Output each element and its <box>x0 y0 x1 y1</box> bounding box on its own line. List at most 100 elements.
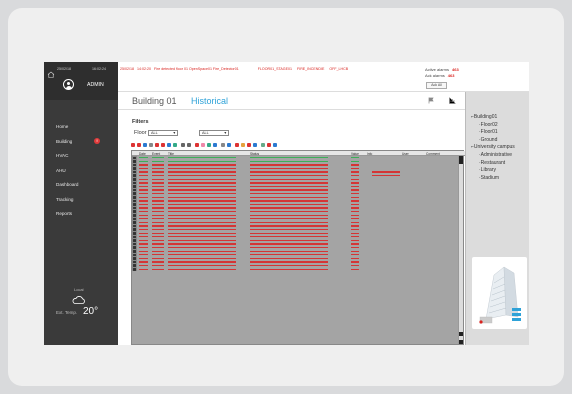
chart-icon[interactable] <box>449 97 456 104</box>
scroll-down-icon[interactable] <box>459 332 463 336</box>
col-value[interactable]: Value <box>351 152 359 156</box>
cloud-icon <box>72 296 85 304</box>
tree-item-building01[interactable]: ⌐Building01 <box>471 114 515 122</box>
row-cell <box>152 239 164 242</box>
row-cell <box>152 171 164 173</box>
row-cell <box>152 178 164 180</box>
export-icon[interactable] <box>167 143 171 147</box>
sort-asc-icon[interactable] <box>181 143 185 147</box>
row-cell <box>250 193 328 195</box>
row-cell <box>250 218 328 220</box>
tree-item-floor02[interactable]: ·Floor02 <box>471 122 515 130</box>
help-icon[interactable] <box>273 143 277 147</box>
row-cell <box>250 250 328 252</box>
first-page-icon[interactable] <box>131 143 135 147</box>
nav-building[interactable]: Building! <box>56 137 100 154</box>
excel-icon[interactable] <box>173 143 177 147</box>
info-icon[interactable] <box>253 143 257 147</box>
refresh-icon[interactable] <box>143 143 147 147</box>
row-cell <box>351 178 359 180</box>
col-event[interactable]: Event <box>152 152 160 156</box>
grid-icon[interactable] <box>261 143 265 147</box>
row-cell <box>250 185 328 188</box>
sidebar-header <box>44 62 118 100</box>
col-date[interactable]: Date <box>139 152 146 156</box>
row-cell <box>250 236 328 238</box>
sort-desc-icon[interactable] <box>187 143 191 147</box>
nav-home[interactable]: Home <box>56 124 78 139</box>
building-3d-image[interactable] <box>472 257 527 329</box>
grid-rows <box>132 156 459 271</box>
alert-badge: ! <box>94 137 100 144</box>
scroll-top-icon[interactable] <box>459 160 463 164</box>
row-cell <box>168 189 236 191</box>
row-cell <box>351 189 359 191</box>
row-cell <box>139 196 148 198</box>
row-cell <box>168 182 236 184</box>
row-cell <box>351 246 359 249</box>
flag-icon[interactable] <box>428 97 434 104</box>
alarm-filter-icon[interactable] <box>195 143 199 147</box>
tree-item-restaurant[interactable]: ·Restaurant <box>471 160 515 168</box>
col-user[interactable]: User <box>402 152 409 156</box>
delete-icon[interactable] <box>235 143 239 147</box>
row-cell <box>152 250 164 252</box>
table-row[interactable] <box>132 267 459 271</box>
nav-ahu[interactable]: AHU <box>56 168 78 183</box>
col-info[interactable]: Info <box>367 152 372 156</box>
row-cell <box>168 268 236 270</box>
ack-all-button[interactable]: Ack All <box>426 82 447 89</box>
alarm-tag: OFF_LHCB <box>329 67 349 71</box>
scroll-bottom-icon[interactable] <box>459 340 463 344</box>
star-icon[interactable] <box>241 143 245 147</box>
historical-tab[interactable]: Historical <box>191 96 228 106</box>
nav-reports[interactable]: Reports <box>56 211 78 226</box>
tree-item-floor01[interactable]: ·Floor01 <box>471 129 515 137</box>
settings-icon[interactable] <box>221 143 225 147</box>
prev-page-icon[interactable] <box>137 143 141 147</box>
location-tree: ⌐Building01 ·Floor02 ·Floor01 ·Ground ⌐U… <box>471 114 515 182</box>
row-cell <box>168 200 236 202</box>
tree-item-ground[interactable]: ·Ground <box>471 137 515 145</box>
row-cell <box>351 239 359 242</box>
tree-item-label: Floor01 <box>480 129 498 136</box>
row-cell <box>152 164 164 166</box>
tree-item-university-campus[interactable]: ⌐University campus <box>471 144 515 152</box>
nav-tracking[interactable]: Tracking <box>56 197 78 212</box>
row-cell <box>351 254 359 256</box>
row-cell <box>139 225 148 227</box>
row-cell <box>152 193 164 195</box>
columns-icon[interactable] <box>213 143 217 147</box>
flag-red-icon[interactable] <box>267 143 271 147</box>
tree-item-stadium[interactable]: ·Stadium <box>471 175 515 183</box>
filter-icon[interactable] <box>149 143 153 147</box>
last-page-icon[interactable] <box>161 143 165 147</box>
nav-dashboard-label: Dashboard <box>56 182 79 187</box>
col-comment[interactable]: Comment <box>426 152 440 156</box>
active-alarms-label: Active alarms <box>425 67 450 72</box>
row-cell <box>152 225 164 227</box>
row-cell <box>139 200 148 202</box>
row-cell <box>139 203 148 206</box>
row-cell <box>351 268 359 270</box>
nav-dashboard[interactable]: Dashboard <box>56 182 78 197</box>
bell-icon[interactable] <box>247 143 251 147</box>
vertical-scrollbar[interactable] <box>458 156 463 344</box>
col-title[interactable]: Title <box>168 152 174 156</box>
tree-item-library[interactable]: ·Library <box>471 167 515 175</box>
row-cell <box>168 254 236 256</box>
tree-item-administrative[interactable]: ·Administrative <box>471 152 515 160</box>
nav-hvac[interactable]: HVAC <box>56 153 78 168</box>
user-avatar-icon[interactable] <box>63 79 74 90</box>
floor-select[interactable]: ALL ▼ <box>148 130 178 136</box>
check-icon[interactable] <box>207 143 211 147</box>
highlight-icon[interactable] <box>201 143 205 147</box>
row-cell <box>139 175 148 177</box>
row-cell <box>139 185 148 188</box>
latest-alarm[interactable]: 25/02/18 14:02:20 Fire detected floor 01… <box>120 67 358 71</box>
home-icon[interactable] <box>47 71 55 78</box>
next-page-icon[interactable] <box>155 143 159 147</box>
type-select[interactable]: ALL ▼ <box>199 130 229 136</box>
col-status[interactable]: Status <box>250 152 259 156</box>
search-icon[interactable] <box>227 143 231 147</box>
